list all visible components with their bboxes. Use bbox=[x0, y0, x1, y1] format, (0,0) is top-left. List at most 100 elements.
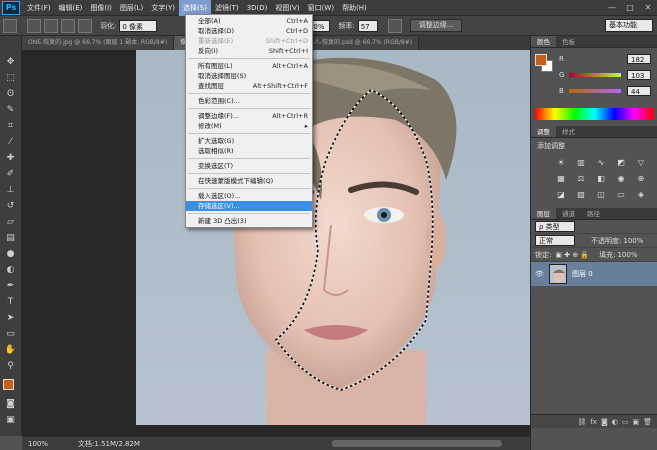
trash-icon[interactable]: 🗑 bbox=[643, 418, 652, 426]
layer-name[interactable]: 图层 0 bbox=[572, 269, 593, 279]
refine-edge-button[interactable]: 调整边缘... bbox=[409, 19, 463, 32]
hand-icon[interactable]: ✋ bbox=[4, 343, 18, 357]
type-icon[interactable]: T bbox=[4, 295, 18, 309]
stamp-icon[interactable]: ⊥ bbox=[4, 183, 18, 197]
select-menu-item[interactable]: 在快速蒙版模式下编辑(Q) bbox=[186, 176, 312, 186]
menu-4[interactable]: 文字(Y) bbox=[147, 0, 179, 16]
threshold-icon[interactable]: ◫ bbox=[595, 190, 607, 200]
tab-paths[interactable]: 路径 bbox=[581, 208, 606, 219]
select-menu-item[interactable]: 变换选区(T) bbox=[186, 161, 312, 171]
green-slider[interactable] bbox=[569, 73, 621, 77]
mask-icon[interactable]: ◙ bbox=[601, 418, 608, 426]
menu-10[interactable]: 帮助(H) bbox=[338, 0, 371, 16]
eye-icon[interactable]: 👁 bbox=[535, 270, 545, 278]
horizontal-scrollbar[interactable] bbox=[332, 440, 502, 447]
select-menu-item[interactable]: 全部(A) Ctrl+A bbox=[186, 16, 312, 26]
maximize-button[interactable]: □ bbox=[621, 1, 639, 15]
zoom-level[interactable]: 100% bbox=[28, 440, 48, 448]
blue-slider[interactable] bbox=[569, 89, 621, 93]
opacity-value[interactable]: 100% bbox=[623, 237, 643, 245]
levels-icon[interactable]: ▥ bbox=[575, 158, 587, 168]
gradient-icon[interactable]: ▤ bbox=[4, 231, 18, 245]
feather-input[interactable]: 0 像素 bbox=[119, 19, 158, 32]
hue-saturation-icon[interactable]: ▦ bbox=[555, 174, 567, 184]
shape-icon[interactable]: ▭ bbox=[4, 327, 18, 341]
quick-select-icon[interactable]: ✎ bbox=[4, 103, 18, 117]
select-menu-item[interactable]: 取消选择(D) Ctrl+D bbox=[186, 26, 312, 36]
zoom-input[interactable]: 0% bbox=[310, 19, 331, 32]
foreground-color[interactable] bbox=[2, 379, 14, 390]
green-value[interactable]: 103 bbox=[627, 70, 651, 80]
select-menu-item[interactable]: 查找图层 Alt+Shift+Ctrl+F bbox=[186, 81, 312, 91]
black-white-icon[interactable]: ◧ bbox=[595, 174, 607, 184]
new-layer-icon[interactable]: ▣ bbox=[632, 418, 639, 426]
marquee-tool-icon[interactable] bbox=[3, 18, 17, 33]
selective-color-icon[interactable]: ◈ bbox=[635, 190, 647, 200]
tab-styles[interactable]: 样式 bbox=[556, 126, 581, 137]
select-menu-item[interactable]: 新建 3D 凸出(3) bbox=[186, 216, 312, 226]
select-menu-item[interactable]: 存储选区(V)... bbox=[186, 201, 312, 211]
pen-icon[interactable]: ✒ bbox=[4, 279, 18, 293]
blur-icon[interactable]: ● bbox=[4, 247, 18, 261]
brush-icon[interactable]: ✐ bbox=[4, 167, 18, 181]
close-button[interactable]: ✕ bbox=[639, 1, 657, 15]
lock-icons[interactable]: ▣ ✚ ⊕ 🔒 bbox=[555, 251, 589, 259]
select-menu-item[interactable]: 所有图层(L) Alt+Ctrl+A bbox=[186, 61, 312, 71]
panel-foreground-color[interactable] bbox=[535, 54, 547, 66]
move-tool-icon[interactable]: ✥ bbox=[4, 55, 18, 69]
color-balance-icon[interactable]: ⚖ bbox=[575, 174, 587, 184]
exposure-icon[interactable]: ◩ bbox=[615, 158, 627, 168]
crop-icon[interactable]: ⌗ bbox=[4, 119, 18, 133]
brightness-icon[interactable]: ☀ bbox=[555, 158, 567, 168]
menu-0[interactable]: 文件(F) bbox=[23, 0, 55, 16]
layer-kind-filter[interactable]: ρ 类型 bbox=[535, 221, 575, 232]
select-menu-item[interactable]: 色彩范围(C)... bbox=[186, 96, 312, 106]
select-menu-item[interactable]: 载入选区(O)... bbox=[186, 191, 312, 201]
healing-brush-icon[interactable]: ✚ bbox=[4, 151, 18, 165]
marquee-icon[interactable]: ⬚ bbox=[4, 71, 18, 85]
eyedropper-icon[interactable]: ⁄ bbox=[4, 135, 18, 149]
gradient-map-icon[interactable]: ▭ bbox=[615, 190, 627, 200]
link-icon[interactable]: ⛓ bbox=[577, 418, 586, 426]
path-select-icon[interactable]: ➤ bbox=[4, 311, 18, 325]
vibrance-icon[interactable]: ▽ bbox=[635, 158, 647, 168]
tab-channels[interactable]: 通道 bbox=[556, 208, 581, 219]
zoom-icon[interactable]: ⚲ bbox=[4, 359, 18, 373]
color-swatches[interactable] bbox=[2, 378, 20, 396]
tab-adjustments[interactable]: 调整 bbox=[531, 126, 556, 137]
posterize-icon[interactable]: ▨ bbox=[575, 190, 587, 200]
group-icon[interactable]: ▭ bbox=[622, 418, 629, 426]
fx-icon[interactable]: fx bbox=[590, 418, 597, 426]
workspace-select[interactable]: 基本功能 bbox=[605, 19, 653, 32]
quick-mask-icon[interactable]: ◙ bbox=[4, 397, 18, 411]
new-selection-icon[interactable] bbox=[27, 18, 41, 33]
document-tab[interactable]: 男人-恢复的.psd @ 66.7% (RGB/8#) bbox=[301, 36, 420, 50]
invert-icon[interactable]: ◪ bbox=[555, 190, 567, 200]
select-menu-item[interactable]: 扩大选取(G) bbox=[186, 136, 312, 146]
red-slider[interactable] bbox=[569, 57, 621, 61]
channel-mixer-icon[interactable]: ⊕ bbox=[635, 174, 647, 184]
select-menu-item[interactable]: 调整边缘(F)... Alt+Ctrl+R bbox=[186, 111, 312, 121]
fill-value[interactable]: 100% bbox=[617, 251, 637, 259]
curves-icon[interactable]: ∿ bbox=[595, 158, 607, 168]
frequency-input[interactable]: 57 bbox=[357, 19, 378, 32]
select-menu-item[interactable]: 选取相似(R) bbox=[186, 146, 312, 156]
intersect-selection-icon[interactable] bbox=[78, 18, 92, 33]
select-menu-item[interactable]: 修改(M) ▸ bbox=[186, 121, 312, 131]
menu-3[interactable]: 图层(L) bbox=[116, 0, 147, 16]
document-tab[interactable]: ONE-恢复的.jpg @ 66.7% (图层 1 副本, RGB/8#) bbox=[22, 36, 175, 50]
blue-value[interactable]: 44 bbox=[627, 86, 651, 96]
tab-color[interactable]: 颜色 bbox=[531, 36, 556, 47]
photo-filter-icon[interactable]: ◉ bbox=[615, 174, 627, 184]
dodge-icon[interactable]: ◐ bbox=[4, 263, 18, 277]
select-menu-item[interactable]: 重新选择(E) Shift+Ctrl+D bbox=[186, 36, 312, 46]
adjustment-layer-icon[interactable]: ◐ bbox=[612, 418, 618, 426]
tab-swatches[interactable]: 色板 bbox=[556, 36, 581, 47]
red-value[interactable]: 182 bbox=[627, 54, 651, 64]
select-menu-item[interactable]: 取消选择图层(S) bbox=[186, 71, 312, 81]
lasso-icon[interactable]: ʘ bbox=[4, 87, 18, 101]
tab-layers[interactable]: 图层 bbox=[531, 208, 556, 219]
history-brush-icon[interactable]: ↺ bbox=[4, 199, 18, 213]
menu-1[interactable]: 编辑(E) bbox=[55, 0, 87, 16]
layer-row[interactable]: 👁 图层 0 bbox=[531, 262, 657, 286]
